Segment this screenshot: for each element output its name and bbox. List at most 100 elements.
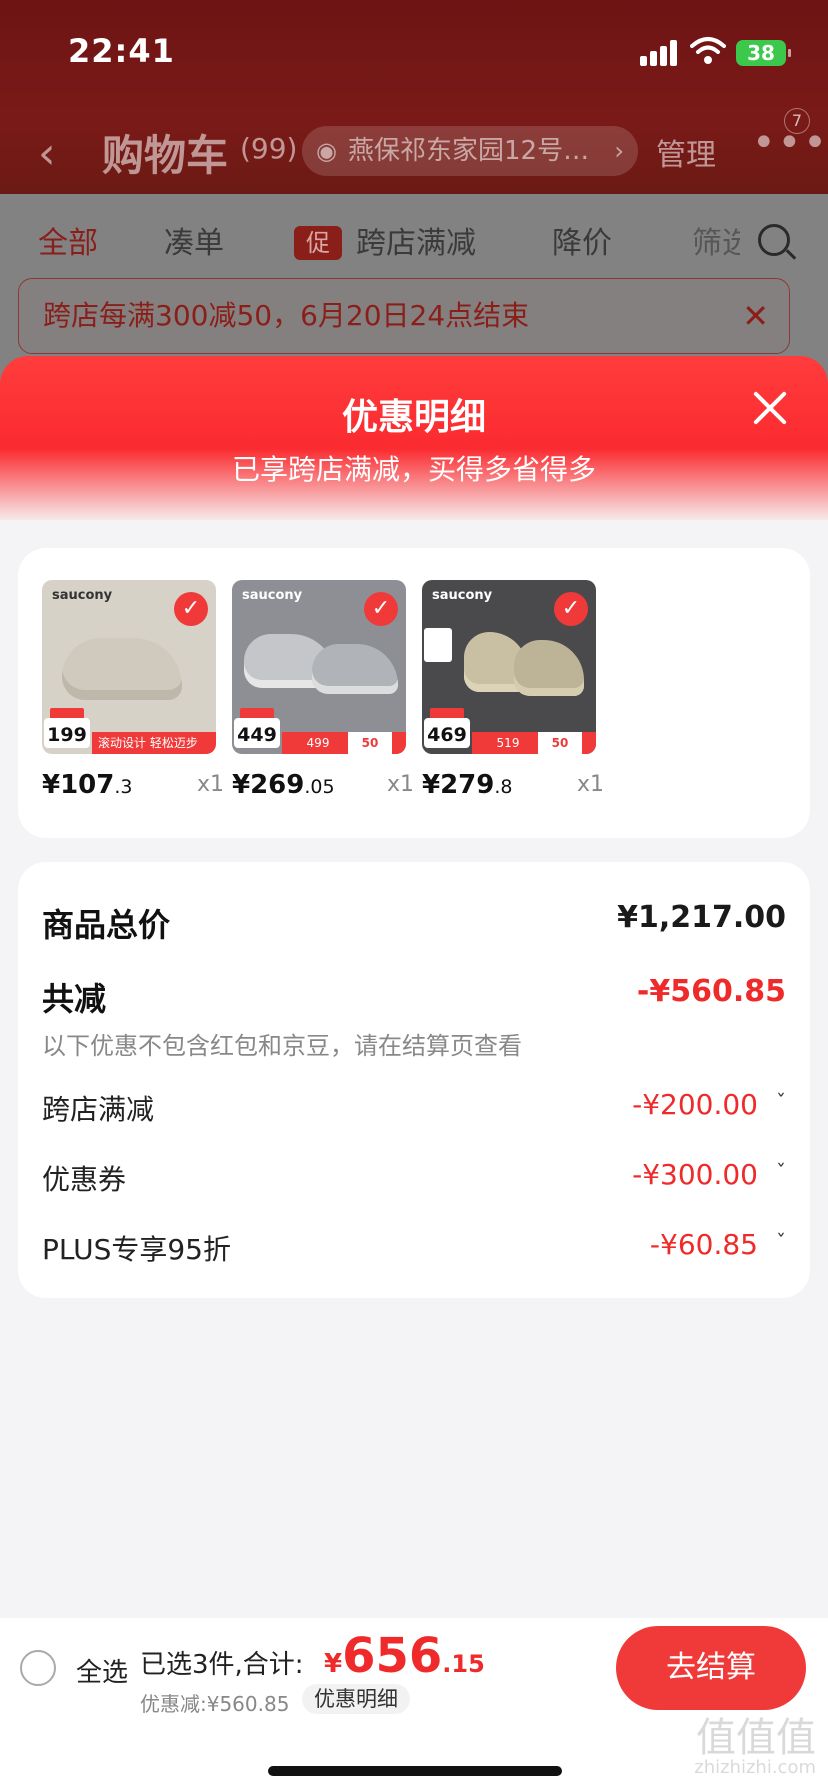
chevron-right-icon: › — [614, 137, 624, 165]
discount-summary-card: 商品总价 ¥1,217.00 共减 -¥560.85 以下优惠不包含红包和京豆，… — [18, 862, 810, 1298]
strip-discount: 50 — [348, 732, 392, 754]
product-image: saucony 449 499 50 ✓ — [232, 580, 406, 754]
tab-cross-store[interactable]: 促跨店满减 — [294, 218, 476, 262]
checkout-bar: 全选 已选3件,合计: ¥656.15 优惠减:¥560.85 优惠明细 去结算 — [0, 1618, 828, 1718]
discount-item-value: -¥60.85 — [649, 1228, 758, 1261]
price-integer: ¥107 — [42, 770, 115, 800]
discount-item-row[interactable]: 跨店满减 -¥200.00 ˇ — [42, 1088, 786, 1126]
chevron-left-icon[interactable]: ‹ — [38, 128, 56, 179]
product-price: ¥279.8 — [422, 770, 513, 800]
promo-strip: 499 50 — [282, 732, 406, 754]
battery-icon: 38 — [736, 40, 791, 66]
page-title: 购物车 — [102, 131, 229, 180]
brand-logo: saucony — [242, 588, 303, 603]
discount-item-label: PLUS专享95折 — [42, 1233, 231, 1266]
price-integer: ¥269 — [232, 770, 305, 800]
chevron-down-icon: ˇ — [776, 1160, 786, 1184]
watermark-text: 值值值 — [696, 1715, 816, 1761]
discount-item-label: 跨店满减 — [42, 1093, 155, 1126]
price-decimal: .8 — [494, 776, 513, 798]
select-all-radio[interactable] — [20, 1650, 56, 1686]
total-price-label: 商品总价 — [42, 906, 171, 944]
manage-button[interactable]: 管理 — [656, 130, 716, 174]
discount-item-label: 优惠券 — [42, 1163, 127, 1196]
product-quantity: x1 — [576, 772, 604, 797]
total-price-row: 商品总价 ¥1,217.00 — [42, 900, 786, 944]
discount-amount: 优惠减:¥560.85 — [140, 1692, 290, 1716]
chevron-down-icon: ˇ — [776, 1090, 786, 1114]
brand-logo: saucony — [432, 588, 493, 603]
tab-filter[interactable]: 筛选 — [692, 218, 740, 262]
discount-note: 以下优惠不包含红包和京豆，请在结算页查看 — [42, 1032, 522, 1060]
price-decimal: .3 — [114, 776, 133, 798]
total-integer: 656 — [342, 1628, 443, 1684]
tab-all[interactable]: 全部 — [38, 218, 98, 262]
close-icon[interactable]: ✕ — [742, 279, 769, 353]
promo-banner-text: 跨店每满300减50，6月20日24点结束 — [43, 299, 530, 332]
signal-icon — [640, 40, 680, 66]
close-icon[interactable] — [748, 386, 792, 430]
watermark-url: zhizhizhi.com — [694, 1757, 816, 1778]
address-selector[interactable]: ◉ 燕保祁东家园12号… › — [302, 126, 638, 176]
checkout-button[interactable]: 去结算 — [616, 1626, 806, 1710]
selected-count-text: 已选3件,合计: — [140, 1650, 304, 1680]
check-icon[interactable]: ✓ — [364, 592, 398, 626]
cart-nav-bar: ‹ 购物车 (99) ◉ 燕保祁东家园12号… › 管理 ••• 7 — [0, 108, 828, 190]
timer-badge — [424, 628, 452, 662]
discount-item-value: -¥300.00 — [632, 1158, 758, 1191]
discount-sheet-header: 优惠明细 已享跨店满减，买得多省得多 — [0, 356, 828, 524]
status-time: 22:41 — [68, 32, 175, 70]
total-reduce-label: 共减 — [42, 980, 107, 1018]
total-decimal: .15 — [442, 1650, 485, 1678]
cart-count: (99) — [240, 132, 298, 165]
discount-item-value: -¥200.00 — [632, 1088, 758, 1121]
total-price-value: ¥1,217.00 — [617, 900, 786, 935]
search-icon[interactable] — [758, 224, 790, 256]
product-image: saucony 469 519 50 ✓ — [422, 580, 596, 754]
products-card: saucony 199 滚动设计 轻松迈步 ✓ ¥107.3 x1 saucon… — [18, 548, 810, 838]
promo-tag: 促 — [294, 226, 342, 260]
product-price: ¥107.3 — [42, 770, 133, 800]
wifi-icon — [690, 37, 726, 64]
total-reduce-value: -¥560.85 — [636, 974, 786, 1009]
home-indicator[interactable] — [268, 1766, 562, 1776]
price-chip: 199 — [44, 718, 90, 748]
strip-original-price: 499 — [306, 736, 330, 750]
app-header-background: 22:41 38 ‹ 购物车 (99) ◉ 燕保祁东家园12号… › 管理 ••… — [0, 0, 828, 200]
total-reduce-row: 共减 -¥560.85 — [42, 974, 786, 1018]
status-bar: 22:41 38 — [0, 0, 828, 100]
slide-sandal-image — [62, 638, 182, 700]
promo-strip: 519 50 — [472, 732, 596, 754]
discount-detail-button[interactable]: 优惠明细 — [302, 1684, 410, 1714]
tab-cross-store-label: 跨店满减 — [356, 226, 476, 261]
product-quantity: x1 — [196, 772, 224, 797]
strip-discount: 50 — [538, 732, 582, 754]
product-image: saucony 199 滚动设计 轻松迈步 ✓ — [42, 580, 216, 754]
price-chip: 469 — [424, 718, 470, 748]
promo-strip: 滚动设计 轻松迈步 — [92, 732, 216, 754]
promo-strip-text: 滚动设计 轻松迈步 — [98, 736, 198, 750]
product-quantity: x1 — [386, 772, 414, 797]
sheet-title: 优惠明细 — [341, 397, 486, 438]
message-badge: 7 — [784, 108, 810, 134]
watermark: 值值值 zhizhizhi.com — [694, 1718, 816, 1778]
check-icon[interactable]: ✓ — [174, 592, 208, 626]
brand-logo: saucony — [52, 588, 113, 603]
discount-item-row[interactable]: 优惠券 -¥300.00 ˇ — [42, 1158, 786, 1196]
price-chip: 449 — [234, 718, 280, 748]
sneaker-image — [514, 640, 584, 696]
discount-item-row[interactable]: PLUS专享95折 -¥60.85 ˇ — [42, 1228, 786, 1266]
total-amount: ¥656.15 — [324, 1628, 485, 1684]
address-text: 燕保祁东家园12号… — [348, 136, 590, 166]
price-decimal: .05 — [304, 776, 335, 798]
select-all-label[interactable]: 全选 — [76, 1652, 128, 1689]
check-icon[interactable]: ✓ — [554, 592, 588, 626]
product-price: ¥269.05 — [232, 770, 335, 800]
price-integer: ¥279 — [422, 770, 495, 800]
tab-bundle[interactable]: 凑单 — [164, 218, 224, 262]
eye-icon: ◉ — [316, 137, 337, 165]
sheet-subtitle: 已享跨店满减，买得多省得多 — [231, 453, 596, 486]
cart-filter-tabs: 全部 凑单 促跨店满减 降价 筛选 — [0, 210, 828, 266]
sneaker-image — [312, 644, 398, 694]
tab-price-drop[interactable]: 降价 — [552, 218, 612, 262]
